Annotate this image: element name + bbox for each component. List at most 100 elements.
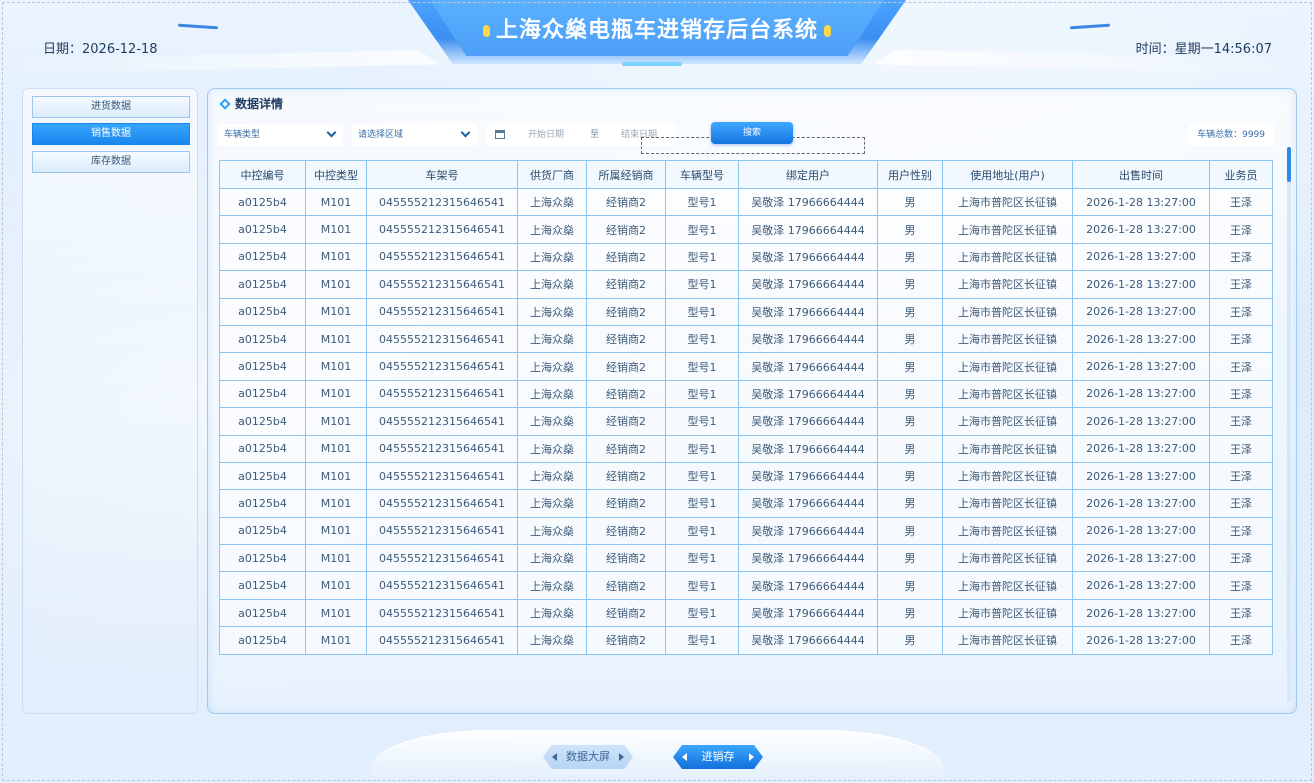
table-cell: a0125b4 [219,242,306,272]
table-cell: M101 [305,242,367,272]
table-cell: 2026-1-28 13:27:00 [1072,544,1210,573]
table-cell: a0125b4 [219,434,306,463]
table-row[interactable]: a0125b4 M101 045555212315646541 上海众燊 经销商2 型号1… [219,187,1273,217]
table-cell: a0125b4 [219,352,306,381]
table-cell: a0125b4 [219,407,306,436]
column-header: 业务员 [1209,160,1273,189]
table-cell: 上海众燊 [517,461,587,491]
table-row[interactable]: a0125b4 M101 045555212315646541 上海众燊 经销商2 型号1… [219,379,1273,409]
table-cell: 上海市普陀区长征镇 [942,242,1073,272]
table-row[interactable]: a0125b4 M101 045555212315646541 上海众燊 经销商2 型号1… [219,297,1273,326]
table-cell: 上海众燊 [517,489,587,518]
table-cell: 王泽 [1209,324,1273,354]
table-cell: 经销商2 [586,516,666,546]
nav-inventory-button[interactable]: 进销存 [673,745,763,769]
title-dot-left-icon [482,25,490,37]
table-cell: 男 [877,352,943,381]
table-cell: 上海众燊 [517,434,587,463]
table-row[interactable]: a0125b4 M101 045555212315646541 上海众燊 经销商2 型号1… [219,489,1273,518]
table-cell: 2026-1-28 13:27:00 [1072,187,1210,217]
table-cell: 上海市普陀区长征镇 [942,297,1073,326]
column-header: 车架号 [366,160,518,189]
table-cell: 上海众燊 [517,516,587,546]
scrollbar-thumb[interactable] [1287,147,1291,182]
table-row[interactable]: a0125b4 M101 045555212315646541 上海众燊 经销商2 型号1… [219,324,1273,354]
table-cell: M101 [305,489,367,518]
calendar-icon [495,130,505,139]
table-cell: 型号1 [665,626,739,655]
header-date: 日期：2026-12-18 [43,42,158,57]
table-cell: 王泽 [1209,407,1273,436]
table-cell: 王泽 [1209,215,1273,244]
table-cell: 045555212315646541 [366,270,518,299]
table-row[interactable]: a0125b4 M101 045555212315646541 上海众燊 经销商2 型号1… [219,270,1273,299]
table-cell: 经销商2 [586,434,666,463]
table-cell: 经销商2 [586,461,666,491]
table-cell: 045555212315646541 [366,379,518,409]
nav-data-screen-button[interactable]: 数据大屏 [543,745,633,769]
arrow-right-icon [619,753,624,761]
table-cell: 045555212315646541 [366,598,518,628]
table-cell: 经销商2 [586,270,666,299]
table-row[interactable]: a0125b4 M101 045555212315646541 上海众燊 经销商2 型号1… [219,626,1273,655]
table-row[interactable]: a0125b4 M101 045555212315646541 上海众燊 经销商2 型号1… [219,242,1273,272]
sidebar-item-inventory[interactable]: 库存数据 [32,151,190,173]
table-cell: 上海市普陀区长征镇 [942,544,1073,573]
vehicle-type-select[interactable]: 车辆类型 [218,124,343,146]
table-cell: 045555212315646541 [366,626,518,655]
sidebar-item-purchase[interactable]: 进货数据 [32,96,190,118]
table-row[interactable]: a0125b4 M101 045555212315646541 上海众燊 经销商2 型号1… [219,571,1273,600]
table-cell: 吴敬泽 17966664444 [738,215,878,244]
table-cell: 型号1 [665,516,739,546]
table-cell: 2026-1-28 13:27:00 [1072,461,1210,491]
table-row[interactable]: a0125b4 M101 045555212315646541 上海众燊 经销商2 型号1… [219,407,1273,436]
table-cell: 经销商2 [586,626,666,655]
table-cell: M101 [305,434,367,463]
diamond-icon [219,97,231,110]
table-cell: 经销商2 [586,379,666,409]
table-cell: 吴敬泽 17966664444 [738,571,878,600]
table-cell: 上海众燊 [517,352,587,381]
sidebar-item-sales[interactable]: 销售数据 [32,123,190,145]
table-cell: 上海市普陀区长征镇 [942,489,1073,518]
table-cell: 男 [877,324,943,354]
start-date-placeholder[interactable]: 开始日期 [528,124,564,146]
table-cell: 2026-1-28 13:27:00 [1072,352,1210,381]
table-cell: 吴敬泽 17966664444 [738,544,878,573]
page-title: 上海众燊电瓶车进销存后台系统 [495,18,818,43]
table-cell: 吴敬泽 17966664444 [738,324,878,354]
region-select[interactable]: 请选择区域 [352,124,477,146]
header: 上海众燊电瓶车进销存后台系统 日期：2026-12-18 时间：星期一14:56… [0,0,1314,75]
table-cell: a0125b4 [219,215,306,244]
table-cell: 045555212315646541 [366,489,518,518]
column-header: 绑定用户 [738,160,878,189]
vertical-scrollbar[interactable] [1287,147,1291,702]
table-cell: a0125b4 [219,187,306,217]
table-cell: 上海市普陀区长征镇 [942,434,1073,463]
column-header: 所属经销商 [586,160,666,189]
table-cell: 男 [877,626,943,655]
table-row[interactable]: a0125b4 M101 045555212315646541 上海众燊 经销商2 型号1… [219,544,1273,573]
bottom-nav-base [370,730,944,783]
table-cell: 型号1 [665,324,739,354]
table-cell: 上海众燊 [517,187,587,217]
table-row[interactable]: a0125b4 M101 045555212315646541 上海众燊 经销商2 型号1… [219,516,1273,546]
header-time: 时间：星期一14:56:07 [1135,42,1272,57]
table-cell: M101 [305,297,367,326]
table-row[interactable]: a0125b4 M101 045555212315646541 上海众燊 经销商2 型号1… [219,598,1273,628]
table-cell: a0125b4 [219,297,306,326]
table-cell: 王泽 [1209,187,1273,217]
table-cell: M101 [305,516,367,546]
table-row[interactable]: a0125b4 M101 045555212315646541 上海众燊 经销商2 型号1… [219,434,1273,463]
table-row[interactable]: a0125b4 M101 045555212315646541 上海众燊 经销商2 型号1… [219,352,1273,381]
panel-title: 数据详情 [235,97,284,111]
table-cell: 上海众燊 [517,215,587,244]
table-cell: 上海市普陀区长征镇 [942,379,1073,409]
table-cell: 045555212315646541 [366,516,518,546]
table-row[interactable]: a0125b4 M101 045555212315646541 上海众燊 经销商2 型号1… [219,461,1273,491]
vehicle-total-badge: 车辆总数：9999 [1188,124,1274,146]
table-cell: 经销商2 [586,598,666,628]
search-button[interactable]: 搜索 [711,122,793,144]
chevron-down-icon [326,127,337,138]
table-row[interactable]: a0125b4 M101 045555212315646541 上海众燊 经销商2 型号1… [219,215,1273,244]
